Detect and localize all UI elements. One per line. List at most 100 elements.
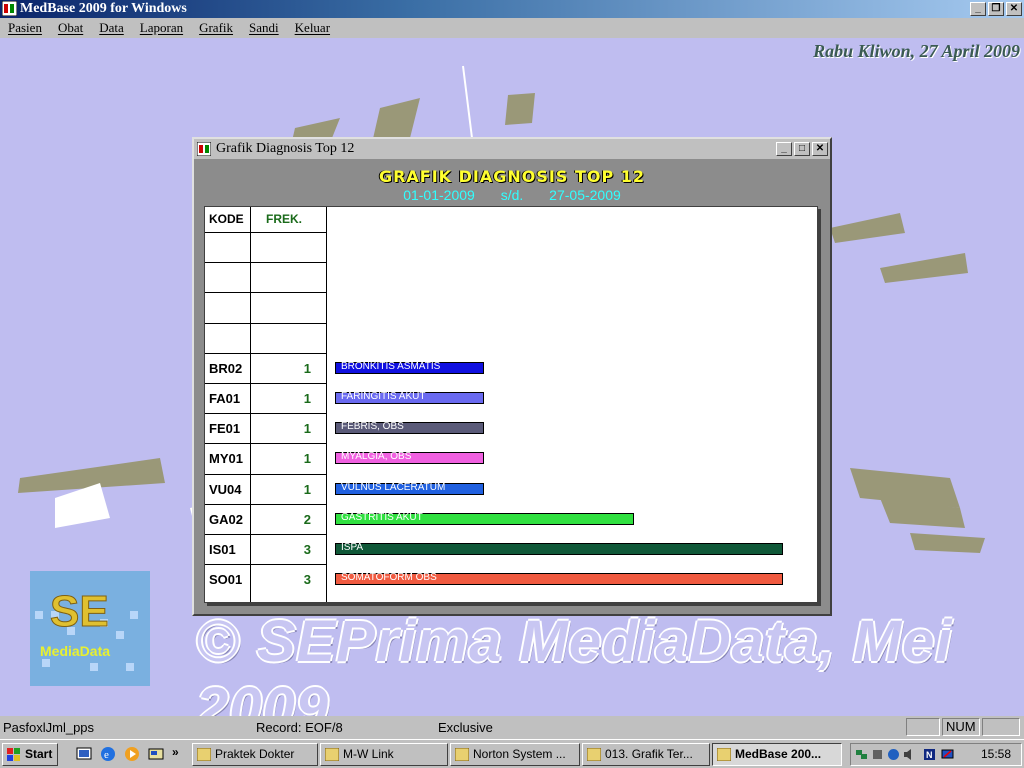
diagnosis-bar: GASTRITIS AKUT xyxy=(335,511,634,525)
frek-cell: 1 xyxy=(303,421,311,437)
dialog-maximize-button[interactable]: □ xyxy=(794,142,810,156)
quicklaunch-media-icon[interactable] xyxy=(124,746,140,762)
taskbar-item-icon xyxy=(197,748,211,761)
frek-cell: 1 xyxy=(303,391,311,406)
bar-label: FEBRIS, OBS xyxy=(341,421,404,433)
status-record: Record: EOF/8 xyxy=(256,720,343,735)
taskbar-item-icon xyxy=(325,748,339,761)
taskbar-item-icon xyxy=(717,748,731,761)
menu-keluar[interactable]: Keluar xyxy=(287,18,338,38)
kode-cell: IS01 xyxy=(209,542,236,557)
taskbar: Start e » Praktek Dokter M-W Link Norton S… xyxy=(0,739,1024,768)
kode-cell: GA02 xyxy=(209,511,243,527)
logo-graphic: SE MediaData xyxy=(30,571,150,686)
tray-network-icon[interactable] xyxy=(855,748,868,761)
row-divider xyxy=(205,262,326,264)
frek-cell: 3 xyxy=(303,572,311,588)
taskbar-item[interactable]: MedBase 200... xyxy=(712,743,842,766)
logo-letters: SE xyxy=(50,587,109,636)
logo-text: MediaData xyxy=(40,643,110,659)
dialog-title: Grafik Diagnosis Top 12 xyxy=(216,141,355,156)
tray-tools-icon[interactable] xyxy=(871,748,884,761)
diagnosis-bar: FEBRIS, OBS xyxy=(335,421,485,435)
dialog-titlebar[interactable]: Grafik Diagnosis Top 12 _ □ ✕ xyxy=(194,139,830,159)
app-icon xyxy=(2,1,17,16)
taskbar-item[interactable]: Praktek Dokter xyxy=(192,743,318,766)
tray-globe-icon[interactable] xyxy=(887,748,900,761)
frek-cell: 2 xyxy=(303,511,311,527)
row-divider xyxy=(205,534,326,535)
menu-grafik[interactable]: Grafik xyxy=(191,18,241,38)
row-divider xyxy=(205,443,326,445)
bar-label: BRONKITIS ASMATIS xyxy=(341,360,441,372)
kode-cell: VU04 xyxy=(209,481,242,497)
dialog-close-button[interactable]: ✕ xyxy=(812,142,828,156)
taskbar-item-label: Praktek Dokter xyxy=(215,747,295,761)
header-kode: KODE xyxy=(209,212,244,226)
date-separator: s/d. xyxy=(500,187,524,203)
restore-button[interactable]: ❐ xyxy=(988,2,1004,16)
dialog-minimize-button[interactable]: _ xyxy=(776,142,792,156)
diagnosis-bar: SOMATOFORM OBS xyxy=(335,572,783,586)
frek-cell: 1 xyxy=(303,451,311,467)
chart-heading: GRAFIK DIAGNOSIS TOP 12 xyxy=(378,167,646,186)
taskbar-item-label: Norton System ... xyxy=(473,747,566,761)
menu-obat[interactable]: Obat xyxy=(50,18,91,38)
app-titlebar[interactable]: MedBase 2009 for Windows _ ❐ ✕ xyxy=(0,0,1024,18)
quicklaunch-ie-icon[interactable]: e xyxy=(100,746,116,762)
svg-text:N: N xyxy=(926,750,933,760)
bar-label: VULNUS LACERATUM xyxy=(341,481,446,493)
taskbar-item-label: 013. Grafik Ter... xyxy=(605,747,693,761)
kode-cell: MY01 xyxy=(209,451,243,467)
quicklaunch-more-icon[interactable]: » xyxy=(172,745,179,759)
date-from: 01-01-2009 xyxy=(403,187,475,203)
taskbar-item[interactable]: Norton System ... xyxy=(450,743,580,766)
status-cell-empty xyxy=(906,718,940,736)
quicklaunch-explorer-icon[interactable] xyxy=(148,746,164,762)
start-button[interactable]: Start xyxy=(2,743,58,766)
bar-label: FARINGITIS AKUT xyxy=(341,391,426,402)
tray-monitor-icon[interactable] xyxy=(941,748,954,761)
status-mode: Exclusive xyxy=(438,720,493,735)
taskbar-item-icon xyxy=(455,748,469,761)
row-divider xyxy=(205,503,326,505)
menu-data[interactable]: Data xyxy=(91,18,132,38)
row-divider xyxy=(205,232,326,233)
menu-bar: Pasien Obat Data Laporan Grafik Sandi Ke… xyxy=(0,18,1024,38)
clock: 15:58 xyxy=(980,747,1011,761)
tray-volume-icon[interactable] xyxy=(903,748,916,761)
diagnosis-chart-dialog: Grafik Diagnosis Top 12 _ □ ✕ GRAFIK DIA… xyxy=(192,137,832,616)
date-to: 27-05-2009 xyxy=(549,187,621,203)
kode-cell: FA01 xyxy=(209,391,241,406)
menu-laporan[interactable]: Laporan xyxy=(132,18,191,38)
kode-cell: SO01 xyxy=(209,572,243,588)
frek-cell: 1 xyxy=(303,360,311,376)
header-frek: FREK. xyxy=(266,212,302,226)
start-label: Start xyxy=(25,747,53,761)
dialog-icon xyxy=(197,142,211,156)
close-button[interactable]: ✕ xyxy=(1006,2,1022,16)
taskbar-item[interactable]: M-W Link xyxy=(320,743,448,766)
taskbar-item-label: MedBase 200... xyxy=(735,747,822,761)
row-divider xyxy=(205,322,326,324)
diagnosis-bar: FARINGITIS AKUT xyxy=(335,391,485,404)
menu-sandi[interactable]: Sandi xyxy=(241,18,287,38)
bar-label: GASTRITIS AKUT xyxy=(341,511,423,523)
kode-cell: BR02 xyxy=(209,360,243,376)
menu-pasien[interactable]: Pasien xyxy=(0,18,50,38)
status-table: PasfoxlJml_pps xyxy=(3,720,95,735)
diagnosis-bar: MYALGIA, OBS xyxy=(335,451,485,465)
bar-label: MYALGIA, OBS xyxy=(341,451,412,463)
status-cell-empty-2 xyxy=(982,718,1020,736)
quicklaunch-desktop-icon[interactable] xyxy=(76,746,92,762)
diagnosis-bar: BRONKITIS ASMATIS xyxy=(335,360,485,374)
row-divider xyxy=(205,473,326,475)
app-title: MedBase 2009 for Windows xyxy=(20,1,187,16)
frek-cell: 3 xyxy=(303,542,311,557)
row-divider xyxy=(205,564,326,566)
tray-norton-icon[interactable]: N xyxy=(923,748,936,761)
kode-cell: FE01 xyxy=(209,421,241,437)
taskbar-item[interactable]: 013. Grafik Ter... xyxy=(582,743,710,766)
row-divider xyxy=(205,292,326,294)
minimize-button[interactable]: _ xyxy=(970,2,986,16)
